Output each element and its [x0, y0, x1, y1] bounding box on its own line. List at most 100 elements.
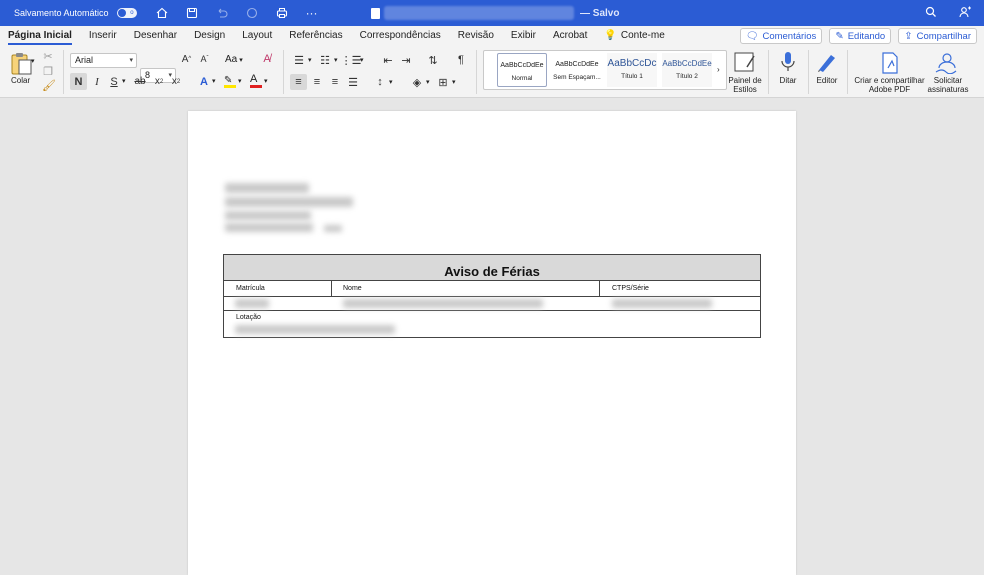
highlight-button[interactable]: ✎: [224, 74, 237, 89]
redacted-text: [225, 223, 313, 232]
format-painter-icon[interactable]: 🖌: [42, 79, 56, 92]
tab-acrobat[interactable]: Acrobat: [553, 26, 587, 46]
multilevel-list-icon[interactable]: ⋮☰: [341, 53, 362, 67]
shading-icon[interactable]: ◈: [410, 74, 424, 90]
paste-chevron-icon[interactable]: ▾: [31, 57, 35, 65]
italic-label: I: [95, 75, 99, 88]
font-name-select[interactable]: Arial ▾: [70, 53, 137, 68]
divider: [768, 50, 769, 94]
divider: [847, 50, 848, 94]
redo-icon[interactable]: [245, 6, 259, 20]
shrink-font-icon[interactable]: Aˇ: [198, 52, 211, 66]
create-pdf-button[interactable]: [880, 52, 900, 74]
redacted-matricula: [235, 299, 269, 308]
style-heading-2[interactable]: AaBbCcDdEe Título 2: [662, 53, 712, 87]
editor-label: Editor: [816, 76, 838, 85]
chevron-down-icon[interactable]: ▾: [360, 56, 364, 64]
editing-button[interactable]: ✎ Editando: [829, 28, 892, 44]
share-button[interactable]: ⇪ Compartilhar: [898, 28, 977, 44]
tab-revisao[interactable]: Revisão: [458, 26, 494, 46]
cut-icon[interactable]: ✂: [42, 50, 54, 63]
tell-me-label: Conte-me: [620, 30, 665, 41]
chevron-down-icon[interactable]: ▾: [426, 78, 430, 86]
chevron-down-icon[interactable]: ▾: [389, 78, 393, 86]
chevron-down-icon[interactable]: ▾: [308, 56, 312, 64]
style-no-spacing[interactable]: AaBbCcDdEe Sem Espaçam...: [552, 53, 602, 87]
table-row-divider: [224, 310, 760, 311]
numbering-icon[interactable]: ☷: [318, 53, 332, 67]
style-sample: AaBbCcDdEe: [662, 59, 712, 68]
lightbulb-icon: 💡: [604, 30, 617, 41]
change-case-label: Aa: [225, 54, 238, 65]
tab-conte-me[interactable]: 💡 Conte-me: [604, 26, 664, 46]
comments-button[interactable]: 🗨 Comentários: [739, 28, 823, 44]
text-effects-icon[interactable]: A: [198, 73, 210, 90]
style-sample: AaBbCcDc: [607, 58, 657, 69]
home-icon[interactable]: [155, 6, 169, 20]
divider: [808, 50, 809, 94]
share-people-icon[interactable]: [958, 5, 972, 19]
subscript-icon[interactable]: x2: [153, 73, 165, 90]
chevron-down-icon[interactable]: ▾: [212, 77, 216, 85]
change-case-button[interactable]: Aa ▾: [225, 54, 249, 67]
increase-indent-icon[interactable]: ⇥: [399, 53, 413, 67]
highlight-color-bar: [224, 85, 236, 88]
tab-referencias[interactable]: Referências: [289, 26, 342, 46]
divider: [283, 50, 284, 94]
ribbon-home: ▾ Colar ✂ ❐ 🖌 Arial ▾ 8 ▾ A ^ Aˇ Aa ▾ A̸ N…: [0, 46, 984, 98]
chevron-down-icon[interactable]: ▾: [452, 78, 456, 86]
search-icon[interactable]: [924, 5, 938, 19]
editing-label: Editando: [847, 30, 886, 42]
clear-formatting-icon[interactable]: A̸: [260, 52, 274, 66]
strikethrough-button[interactable]: ab: [133, 73, 147, 90]
tab-inserir[interactable]: Inserir: [89, 26, 117, 46]
style-normal[interactable]: AaBbCcDdEe Normal: [497, 53, 547, 87]
copy-icon[interactable]: ❐: [42, 65, 54, 78]
share-label: Compartilhar: [916, 30, 971, 42]
line-spacing-icon[interactable]: ↕: [373, 74, 387, 90]
font-color-button[interactable]: A: [250, 73, 263, 89]
tab-pagina-inicial[interactable]: Página Inicial: [8, 26, 72, 46]
styles-pane-label: Painel de Estilos: [728, 76, 762, 94]
undo-icon[interactable]: [215, 6, 229, 20]
justify-icon[interactable]: ☰: [346, 74, 360, 90]
editor-button[interactable]: [816, 51, 838, 73]
bold-button[interactable]: N: [70, 73, 87, 90]
tab-layout[interactable]: Layout: [242, 26, 272, 46]
show-formatting-icon[interactable]: ¶: [454, 53, 468, 67]
chevron-down-icon[interactable]: ▾: [334, 56, 338, 64]
print-icon[interactable]: [275, 6, 289, 20]
redacted-lotacao: [235, 325, 395, 334]
chevron-down-icon[interactable]: ▾: [122, 77, 126, 85]
borders-icon[interactable]: ⊞: [436, 74, 450, 90]
header-ctps: CTPS/Série: [612, 285, 649, 292]
italic-button[interactable]: I: [91, 73, 103, 90]
chevron-right-icon[interactable]: ›: [717, 65, 720, 74]
dictate-button[interactable]: [780, 51, 796, 73]
tab-exibir[interactable]: Exibir: [511, 26, 536, 46]
dictate-label: Ditar: [779, 76, 797, 85]
more-icon[interactable]: ···: [305, 6, 319, 20]
save-icon[interactable]: [185, 6, 199, 20]
divider: [63, 50, 64, 94]
grow-font-icon[interactable]: A ^: [180, 52, 193, 66]
chevron-down-icon[interactable]: ▾: [238, 77, 242, 85]
align-right-icon[interactable]: ≡: [328, 74, 342, 90]
autosave-toggle[interactable]: o: [116, 8, 137, 18]
tab-desenhar[interactable]: Desenhar: [134, 26, 177, 46]
align-left-icon[interactable]: ≡: [290, 74, 307, 90]
styles-pane-button[interactable]: [733, 51, 757, 73]
tab-design[interactable]: Design: [194, 26, 225, 46]
redacted-text: [225, 197, 353, 207]
sort-icon[interactable]: ⇅: [426, 53, 440, 67]
tab-correspondencias[interactable]: Correspondências: [360, 26, 441, 46]
underline-button[interactable]: S: [108, 73, 120, 90]
request-signatures-button[interactable]: [934, 52, 960, 75]
bullets-icon[interactable]: ☰: [292, 53, 306, 67]
superscript-icon[interactable]: x2: [170, 73, 182, 90]
decrease-indent-icon[interactable]: ⇤: [381, 53, 395, 67]
align-center-icon[interactable]: ≡: [310, 74, 324, 90]
document-page[interactable]: Aviso de Férias Matrícula Nome CTPS/Séri…: [188, 111, 796, 575]
chevron-down-icon[interactable]: ▾: [264, 77, 268, 85]
style-heading-1[interactable]: AaBbCcDc Título 1: [607, 53, 657, 87]
